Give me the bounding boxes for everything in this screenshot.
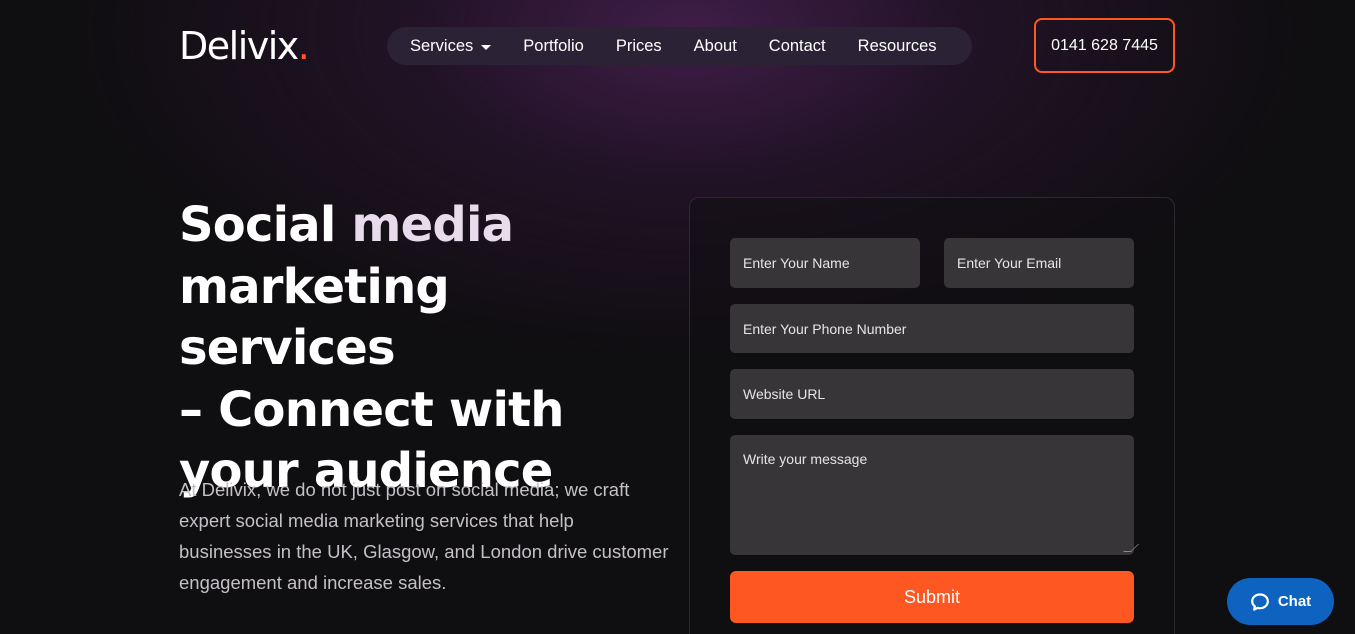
hero-title-line2: marketing services	[179, 258, 450, 377]
submit-button[interactable]: Submit	[730, 571, 1134, 623]
nav-item-services[interactable]: Services	[410, 36, 492, 56]
hero-title-line1-b: media	[351, 197, 514, 253]
website-url-field[interactable]: Website URL	[730, 369, 1134, 419]
main-nav: Services Portfolio Prices About Contact …	[387, 27, 972, 65]
phone-number-field[interactable]: Enter Your Phone Number	[730, 304, 1134, 353]
brand-logo[interactable]: Delivix.	[179, 24, 310, 68]
name-field[interactable]: Enter Your Name	[730, 238, 920, 288]
phone-button[interactable]: 0141 628 7445	[1034, 18, 1175, 73]
nav-item-about[interactable]: About	[694, 37, 737, 56]
nav-item-portfolio[interactable]: Portfolio	[523, 37, 584, 56]
chat-widget-button[interactable]: Chat	[1227, 578, 1334, 625]
hero-title-line1-a: Social	[179, 197, 352, 253]
nav-item-label: Services	[410, 36, 474, 55]
hero-description: At Delivix, we do not just post on socia…	[179, 479, 669, 593]
brand-dot: .	[297, 24, 310, 68]
nav-item-resources[interactable]: Resources	[858, 37, 937, 56]
chat-label: Chat	[1277, 593, 1312, 610]
nav-item-contact[interactable]: Contact	[769, 37, 826, 56]
chat-bubble-icon	[1250, 592, 1269, 611]
email-field[interactable]: Enter Your Email	[944, 238, 1134, 288]
chevron-down-icon	[481, 44, 492, 50]
brand-name: Delivix	[179, 24, 299, 68]
message-textarea[interactable]: Write your message	[730, 435, 1139, 555]
nav-item-prices[interactable]: Prices	[616, 37, 662, 56]
hero-title: Social media marketing services – Connec…	[179, 195, 679, 503]
hero-title-line3: – Connect with	[179, 381, 564, 438]
message-placeholder: Write your message	[743, 451, 868, 467]
